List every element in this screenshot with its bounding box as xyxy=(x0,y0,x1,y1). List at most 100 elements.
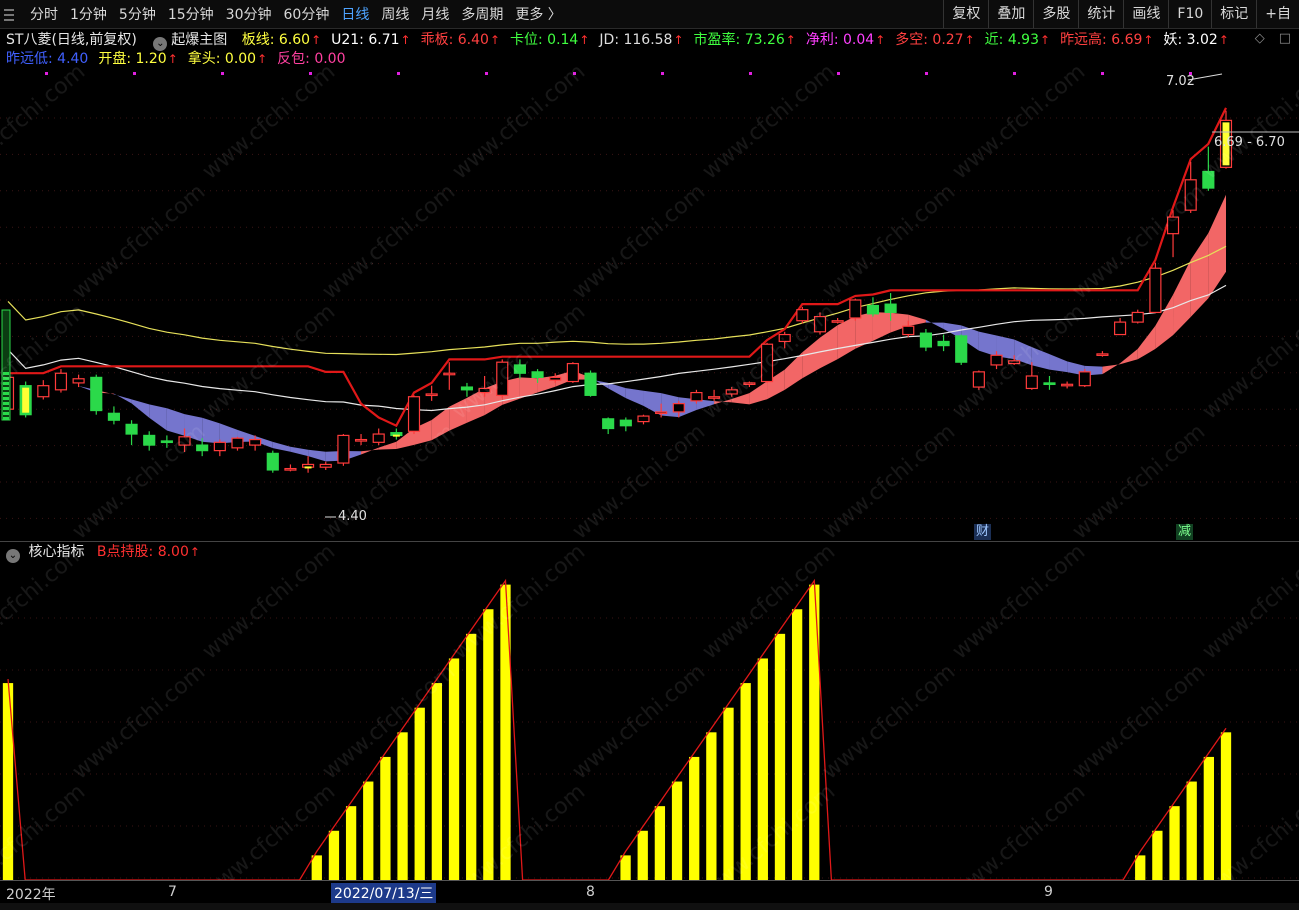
candle-body xyxy=(425,393,438,397)
kline-chart[interactable]: www.cfchi.com www.cfchi.com www.cfchi.com w… xyxy=(0,0,1299,910)
b-point-bar xyxy=(706,732,717,880)
candle-body xyxy=(531,371,544,378)
ribbon-segment xyxy=(872,312,891,341)
candle-body xyxy=(672,403,685,413)
ribbon-segment xyxy=(1120,348,1138,365)
ribbon-segment xyxy=(290,446,309,457)
watermark-text: www.cfchi.com xyxy=(818,659,960,784)
b-point-bar xyxy=(448,658,460,880)
watermark-text: www.cfchi.com xyxy=(448,59,590,184)
ribbon-segment xyxy=(1190,233,1209,317)
lower-label: B点持股 xyxy=(96,544,149,560)
highlight-candle xyxy=(22,387,30,413)
ribbon-segment xyxy=(1049,354,1068,373)
ribbon-segment xyxy=(925,319,944,330)
candle-body xyxy=(37,385,50,398)
candle-body xyxy=(849,299,862,319)
b-point-bar xyxy=(466,633,477,880)
candle-body xyxy=(107,412,120,421)
candle-body xyxy=(655,411,668,415)
watermark-text: www.cfchi.com xyxy=(198,299,340,424)
candle-body xyxy=(319,463,332,468)
b-point-bar xyxy=(363,781,374,880)
watermark-text: www.cfchi.com xyxy=(568,659,710,784)
ribbon-segment xyxy=(131,399,150,418)
b-point-bar xyxy=(1135,855,1146,880)
watermark-text: www.cfchi.com xyxy=(698,59,840,184)
b-point-bar xyxy=(1169,806,1180,880)
b-point-bar xyxy=(1203,756,1214,880)
top-dot xyxy=(1013,72,1016,75)
b-point-bar xyxy=(689,756,700,880)
b-point-bar xyxy=(311,855,322,880)
gauge-tick xyxy=(3,392,9,395)
watermark-text: www.cfchi.com xyxy=(198,539,340,664)
watermark-text: www.cfchi.com xyxy=(568,179,710,304)
candle-body xyxy=(1043,382,1056,386)
watermark-text: www.cfchi.com xyxy=(948,59,1090,184)
finance-marker[interactable]: 财 xyxy=(974,524,992,540)
b-point-bar xyxy=(620,855,631,880)
candle-body xyxy=(1025,375,1038,390)
highlight-candle xyxy=(392,434,400,437)
ribbon-segment xyxy=(625,388,644,406)
candle-body xyxy=(266,452,279,471)
candle-body xyxy=(354,438,368,442)
gauge-tick xyxy=(3,397,9,400)
watermark-text: www.cfchi.com xyxy=(0,59,90,184)
watermark-text: www.cfchi.com xyxy=(198,59,340,184)
ribbon-segment xyxy=(308,449,326,462)
b-point-bar xyxy=(791,609,803,880)
top-dot xyxy=(1101,72,1104,75)
candle-body xyxy=(1096,353,1109,356)
panel-divider[interactable] xyxy=(0,541,1299,542)
candle-body xyxy=(955,335,968,363)
candle-body xyxy=(1149,267,1162,314)
lower-value: 8.00 xyxy=(157,544,189,560)
watermark-text: www.cfchi.com xyxy=(818,179,960,304)
watermark-text: www.cfchi.com xyxy=(1198,539,1299,664)
ribbon-segment xyxy=(1137,325,1156,360)
watermark-text: www.cfchi.com xyxy=(448,539,590,664)
b-point-bar xyxy=(1152,830,1163,880)
b-point-bar xyxy=(654,806,666,880)
b-point-bar xyxy=(671,781,683,880)
b-point-bar xyxy=(431,683,443,880)
reduce-marker[interactable]: 减 xyxy=(1176,524,1194,540)
b-point-bar xyxy=(483,609,494,880)
b-point-bar xyxy=(328,830,340,880)
candle-body xyxy=(566,362,579,383)
highlight-candle xyxy=(304,466,312,469)
top-dot xyxy=(221,72,224,75)
candle-body xyxy=(884,303,897,314)
date-axis: 2022年 7 2022/07/13/三 8 9 xyxy=(0,880,1299,903)
axis-month-7: 7 xyxy=(168,884,177,900)
watermark-text: www.cfchi.com xyxy=(568,419,710,544)
ribbon-segment xyxy=(149,404,167,431)
watermark-text: www.cfchi.com xyxy=(68,179,210,304)
lower-legend: ⌄ 核心指标 B点持股: 8.00↑ xyxy=(4,543,200,563)
candle-body xyxy=(584,372,597,396)
high-price-label: 7.02 xyxy=(1166,74,1195,89)
candle-body xyxy=(249,438,262,446)
watermark-text: www.cfchi.com xyxy=(818,419,960,544)
candle-body xyxy=(919,332,932,348)
dropdown-icon[interactable]: ⌄ xyxy=(6,549,20,563)
range-label: 6.69 - 6.70 xyxy=(1214,135,1285,150)
b-point-bar xyxy=(1186,781,1197,880)
watermark-text: www.cfchi.com xyxy=(948,539,1090,664)
candle-body xyxy=(213,441,226,452)
gauge-tick xyxy=(3,412,9,415)
candle-body xyxy=(284,467,297,471)
status-bar xyxy=(0,903,1299,910)
ribbon-segment xyxy=(1173,259,1191,336)
candle-body xyxy=(54,372,68,391)
candle-body xyxy=(72,378,85,384)
candle-body xyxy=(1131,311,1144,323)
lower-indicator-title[interactable]: 核心指标 xyxy=(28,544,84,560)
axis-month-8: 8 xyxy=(586,884,595,900)
candle-body xyxy=(125,423,138,435)
ribbon-segment xyxy=(113,393,132,404)
candle-body xyxy=(372,433,385,443)
ribbon-segment xyxy=(361,447,379,455)
